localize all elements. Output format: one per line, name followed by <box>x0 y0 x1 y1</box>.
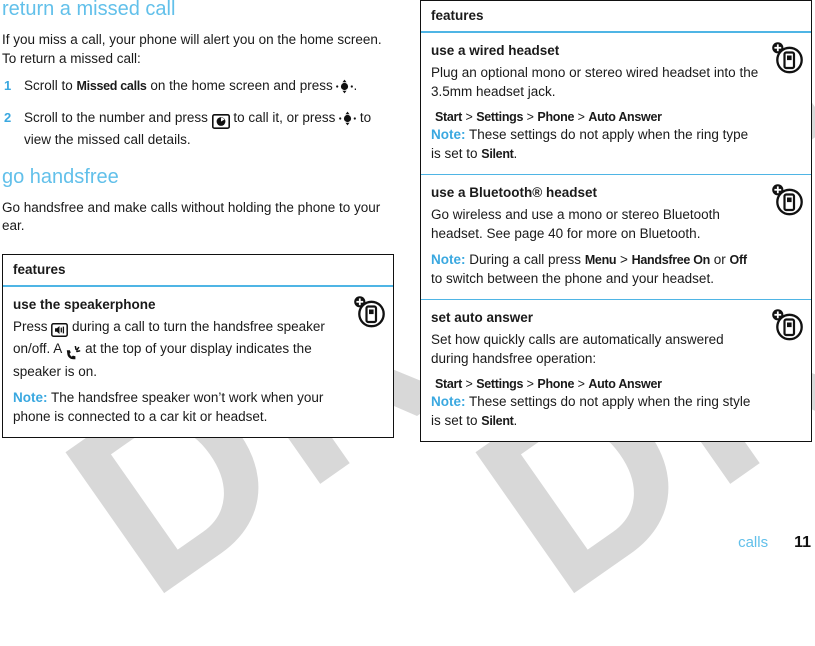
intro-paragraph-go-handsfree: Go handsfree and make calls without hold… <box>2 199 381 234</box>
note-text-mid: or <box>710 252 730 267</box>
left-column: return a missed call If you miss a call,… <box>2 0 394 438</box>
path-segment-auto-answer: Auto Answer <box>588 377 662 391</box>
footer-page-number: 11 <box>794 534 811 551</box>
step-softkey-label: Missed calls <box>76 79 147 93</box>
note-text-pre: During a call press <box>465 252 585 267</box>
nav-key-icon <box>336 79 354 100</box>
list-item-step-1: 1 Scroll to Missed calls on the home scre… <box>2 77 394 100</box>
note-text-pre: These settings do not apply when the rin… <box>431 127 749 161</box>
note-label: Note: <box>431 252 466 267</box>
step-number: 2 <box>4 109 12 125</box>
phone-feature-icon <box>771 41 805 75</box>
feature-row-body: Plug an optional mono or stereo wired he… <box>431 65 759 99</box>
note-setting-value: Silent <box>481 413 514 428</box>
footer-chapter-label: calls <box>738 534 769 551</box>
feature-row-note: Note: The handsfree speaker won’t work w… <box>13 389 341 426</box>
step-text-mid: on the home screen and press <box>146 78 337 93</box>
table-row: use a wired headset Plug an optional mon… <box>421 33 811 175</box>
feature-row-title: use a Bluetooth® headset <box>431 185 597 200</box>
nav-key-icon <box>339 111 357 132</box>
phone-feature-icon <box>353 295 387 329</box>
path-segment-settings: Settings <box>476 110 524 124</box>
note-handsfree-on: Handsfree On <box>631 253 711 267</box>
table-row: use the speakerphone Press during a call… <box>3 287 393 438</box>
note-text-post: . <box>513 145 518 161</box>
note-setting-value: Silent <box>481 146 514 161</box>
feature-row-title: use the speakerphone <box>13 296 156 312</box>
note-text-pre: These settings do not apply when the rin… <box>431 394 751 428</box>
path-segment-start: Start <box>435 110 462 124</box>
speaker-key-icon <box>51 322 69 341</box>
right-column: features use a wired headset Plug an opt… <box>420 0 812 442</box>
table-row: set auto answer Set how quickly calls ar… <box>421 300 811 441</box>
page-title-return-missed-call: return a missed call <box>2 0 176 20</box>
step-text-mid: to call it, or press <box>229 109 340 125</box>
body-text-pre: Press <box>13 318 52 334</box>
path-segment-start: Start <box>435 377 462 391</box>
menu-path: Start > Settings > Phone > Auto Answer <box>435 377 662 391</box>
phone-feature-icon <box>771 308 805 342</box>
step-text-post: . <box>353 78 358 93</box>
handsfree-indicator-icon <box>65 344 81 363</box>
manual-page: return a missed call If you miss a call,… <box>0 0 815 564</box>
list-item-step-2: 2 Scroll to the number and press to call … <box>2 109 394 150</box>
path-segment-phone: Phone <box>537 377 575 391</box>
note-handsfree-off: Off <box>729 253 747 267</box>
note-label: Note: <box>431 127 466 142</box>
step-number: 1 <box>4 78 12 93</box>
feature-row-note: Note: These settings do not apply when t… <box>431 393 759 430</box>
note-label: Note: <box>13 390 48 405</box>
feature-row-note: Note: These settings do not apply when t… <box>431 126 759 163</box>
path-segment-phone: Phone <box>537 110 575 124</box>
feature-row-title: set auto answer <box>431 310 534 325</box>
note-path-separator: > <box>616 252 632 267</box>
note-text-post: to switch between the phone and your hea… <box>431 270 714 286</box>
feature-row-body: Go wireless and use a mono or stereo Blu… <box>431 207 720 241</box>
note-label: Note: <box>431 394 466 409</box>
features-table-right: features use a wired headset Plug an opt… <box>420 0 812 442</box>
phone-feature-icon <box>771 183 805 217</box>
section-title-go-handsfree: go handsfree <box>2 165 119 188</box>
menu-path: Start > Settings > Phone > Auto Answer <box>435 110 662 124</box>
path-segment-auto-answer: Auto Answer <box>588 110 662 124</box>
feature-row-note: Note: During a call press Menu > Handsfr… <box>431 251 759 288</box>
table-row: use a Bluetooth® headset Go wireless and… <box>421 175 811 300</box>
step-text-pre: Scroll to the number and press <box>24 109 212 125</box>
note-menu-key: Menu <box>584 253 617 267</box>
feature-row-body: Set how quickly calls are automatically … <box>431 332 724 366</box>
feature-row-body: Press during a call to turn the handsfre… <box>13 318 341 382</box>
features-table-header: features <box>421 1 811 33</box>
step-text-pre: Scroll to <box>24 78 77 93</box>
features-table-header: features <box>3 255 393 287</box>
intro-paragraph-return-missed-call: If you miss a call, your phone will aler… <box>2 32 382 66</box>
path-segment-settings: Settings <box>476 377 524 391</box>
feature-row-title: use a wired headset <box>431 43 560 58</box>
call-key-icon <box>211 113 230 132</box>
steps-list-return-missed-call: 1 Scroll to Missed calls on the home scre… <box>2 77 394 150</box>
note-text: The handsfree speaker won’t work when yo… <box>13 390 324 424</box>
features-table-left: features use the speakerphone Press duri… <box>2 253 394 438</box>
note-text-post: . <box>513 412 518 428</box>
